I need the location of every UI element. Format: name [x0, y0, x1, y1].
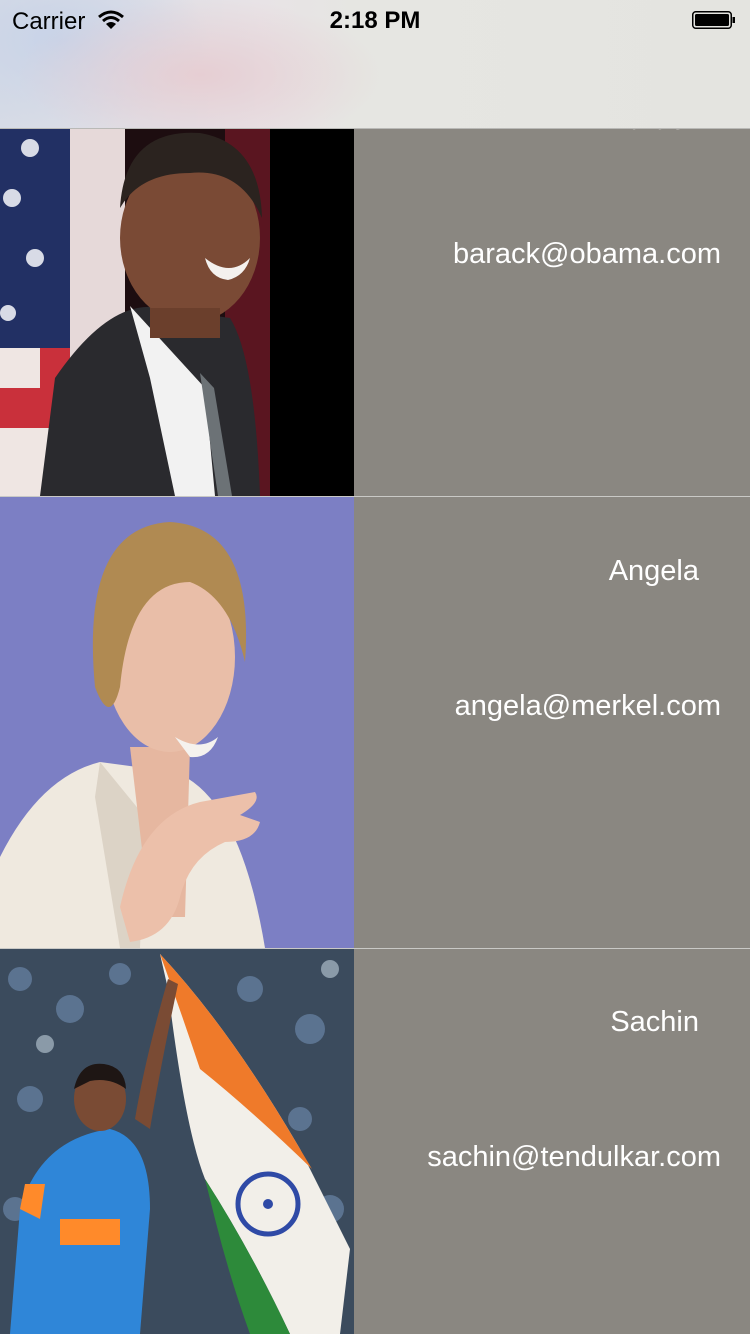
battery-icon: [692, 11, 736, 29]
contact-photo-barack: [0, 128, 354, 496]
status-time: 2:18 PM: [329, 7, 421, 34]
contact-email: angela@merkel.com: [454, 690, 721, 722]
contact-row[interactable]: Angela angela@merkel.com: [0, 497, 750, 948]
contact-photo-sachin: [0, 949, 354, 1334]
contact-row[interactable]: Sachin sachin@tendulkar.com: [0, 949, 750, 1334]
contact-info: Angela angela@merkel.com: [354, 497, 750, 948]
contact-photo-angela: [0, 497, 354, 948]
navigation-bar: Carrier 2:18 PM: [0, 0, 750, 129]
contact-name: Barack: [609, 128, 699, 137]
contact-name: Sachin: [610, 1006, 699, 1038]
status-bar: Carrier 2:18 PM: [0, 0, 750, 40]
contact-email: barack@obama.com: [453, 238, 721, 270]
contact-email: sachin@tendulkar.com: [427, 1141, 721, 1173]
contact-name: Angela: [608, 555, 699, 587]
contact-info: Sachin sachin@tendulkar.com: [354, 949, 750, 1334]
contact-info: Barack barack@obama.com: [354, 128, 750, 496]
contact-row[interactable]: Barack barack@obama.com: [0, 128, 750, 496]
